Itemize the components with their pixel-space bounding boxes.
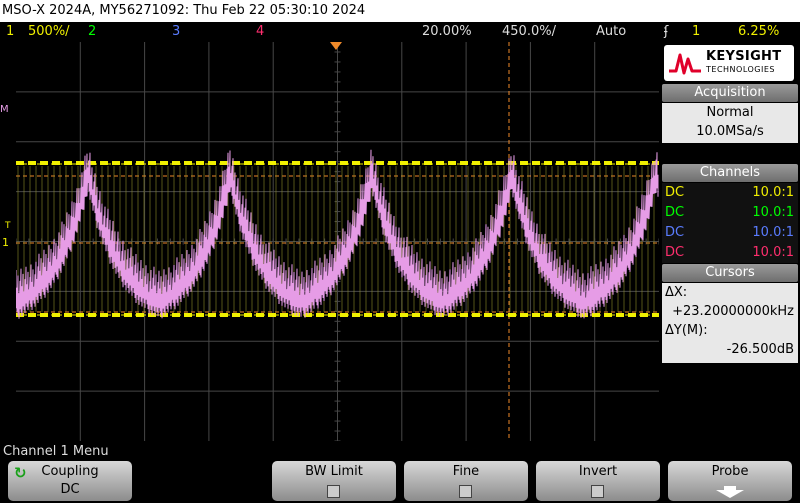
invert-checkbox[interactable] — [591, 485, 604, 498]
probe-softkey[interactable]: Probe — [668, 461, 792, 501]
arrow-down-icon — [716, 486, 744, 498]
channel-coupling: DC — [665, 185, 685, 200]
delta-x-value: +23.20000000kHz — [672, 304, 794, 319]
channel-probe: 10.0:1 — [752, 245, 794, 260]
invert-label: Invert — [578, 464, 618, 479]
acquisition-panel: Normal 10.0MSa/s — [662, 103, 798, 143]
probe-label: Probe — [711, 464, 749, 479]
ch1-number[interactable]: 1 — [6, 22, 14, 42]
trigger-level[interactable]: 6.25% — [738, 22, 779, 42]
cursors-panel: ΔX: +23.20000000kHz ΔY(M): -26.500dB — [662, 283, 798, 363]
ch1-scale[interactable]: 500%/ — [28, 22, 70, 42]
status-bar: 1 500%/ 2 3 4 20.00% 450.0%/ Auto ʄ 1 6.… — [0, 22, 800, 42]
trigger-source[interactable]: 1 — [692, 22, 700, 42]
fine-checkbox[interactable] — [459, 485, 472, 498]
trigger-mode[interactable]: Auto — [596, 22, 626, 42]
menu-title: Channel 1 Menu — [3, 444, 109, 459]
ch2-number[interactable]: 2 — [88, 22, 96, 42]
invert-softkey[interactable]: Invert — [536, 461, 660, 501]
coupling-label: Coupling — [41, 464, 99, 479]
rising-edge-icon: ʄ — [664, 24, 669, 39]
ch1-ground-marker[interactable]: 1 — [2, 236, 9, 249]
channel-row: DC 10.0:1 — [662, 223, 798, 243]
delta-y-value: -26.500dB — [726, 342, 794, 357]
logo-line1: KEYSIGHT — [706, 49, 782, 64]
fine-softkey[interactable]: Fine — [404, 461, 528, 501]
waveform-display[interactable] — [16, 42, 659, 441]
acquisition-mode: Normal — [706, 105, 754, 120]
coupling-softkey[interactable]: ↻ Coupling DC — [8, 461, 132, 501]
keysight-wave-icon — [669, 53, 701, 75]
trigger-level-marker[interactable]: T — [5, 221, 11, 231]
delta-x-label: ΔX: — [665, 285, 688, 300]
logo-line2: TECHNOLOGIES — [706, 65, 775, 74]
bw-limit-checkbox[interactable] — [327, 485, 340, 498]
channel-probe: 10.0:1 — [752, 225, 794, 240]
coupling-value: DC — [60, 482, 80, 497]
fine-label: Fine — [452, 464, 480, 479]
channel-row: DC 10.0:1 — [662, 203, 798, 223]
channel-coupling: DC — [665, 225, 685, 240]
bw-limit-label: BW Limit — [305, 464, 363, 479]
channel-coupling: DC — [665, 245, 685, 260]
channels-header: Channels — [662, 164, 798, 182]
channel-row: DC 10.0:1 — [662, 183, 798, 203]
channel-coupling: DC — [665, 205, 685, 220]
ch4-number[interactable]: 4 — [256, 22, 264, 42]
channels-panel: DC 10.0:1 DC 10.0:1 DC 10.0:1 DC 10.0:1 — [662, 183, 798, 263]
math-marker[interactable]: M — [0, 104, 9, 115]
channel-probe: 10.0:1 — [752, 185, 794, 200]
channel-probe: 10.0:1 — [752, 205, 794, 220]
timebase-readout[interactable]: 20.00% — [422, 22, 472, 42]
sample-rate: 10.0MSa/s — [696, 124, 764, 139]
acquisition-header: Acquisition — [662, 84, 798, 102]
window-title: MSO-X 2024A, MY56271092: Thu Feb 22 05:3… — [0, 0, 800, 22]
keysight-logo: KEYSIGHT TECHNOLOGIES — [664, 45, 794, 81]
delta-y-label: ΔY(M): — [665, 323, 708, 338]
delay-readout[interactable]: 450.0%/ — [502, 22, 556, 42]
cursors-header: Cursors — [662, 264, 798, 282]
channel-row: DC 10.0:1 — [662, 243, 798, 263]
ch3-number[interactable]: 3 — [172, 22, 180, 42]
bw-limit-softkey[interactable]: BW Limit — [272, 461, 396, 501]
